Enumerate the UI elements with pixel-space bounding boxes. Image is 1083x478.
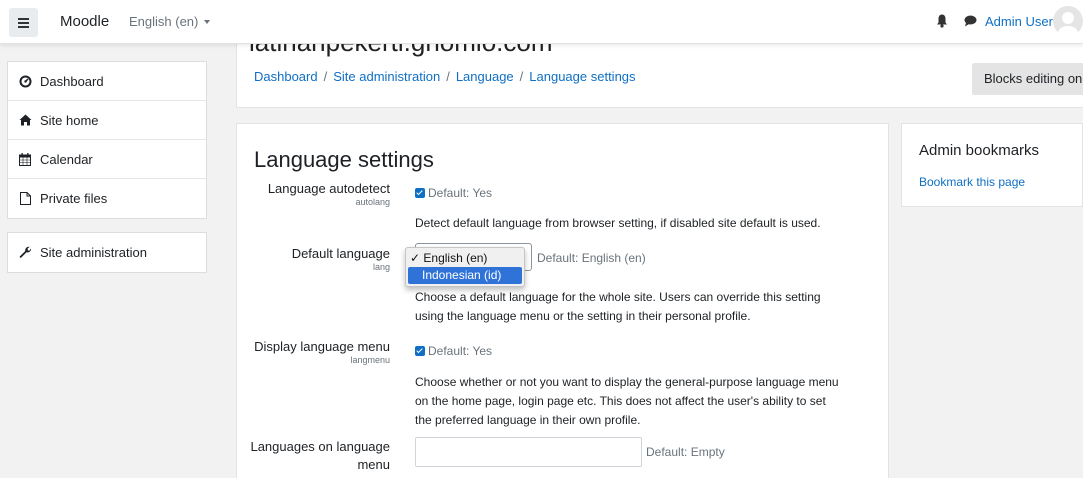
setting-autolang-control: Default: Yes xyxy=(415,185,492,200)
sidebar-item-private-files[interactable]: Private files xyxy=(8,179,206,218)
bell-icon[interactable] xyxy=(936,14,948,28)
sidebar-item-label: Site home xyxy=(40,112,99,128)
setting-label-langlist: Languages on languagemenulanglist xyxy=(237,438,390,478)
default-language-dropdown: ✓ English (en) Indonesian (id) xyxy=(405,247,525,287)
user-menu-name[interactable]: Admin User xyxy=(985,14,1053,29)
home-icon xyxy=(18,113,32,127)
menu-toggle-button[interactable] xyxy=(9,8,38,37)
default-value: Default: Yes xyxy=(428,186,493,200)
messages-icon[interactable] xyxy=(964,15,977,27)
setting-shortname: langmenu xyxy=(350,355,390,365)
language-selector-label: English (en) xyxy=(129,14,199,29)
breadcrumb: Dashboard / Site administration / Language / L… xyxy=(254,69,636,84)
setting-title: Default language xyxy=(291,246,390,261)
description-line: Choose whether or not you want to displa… xyxy=(415,375,839,389)
breadcrumb-separator: / xyxy=(519,69,524,84)
admin-bookmarks-block: Admin bookmarks Bookmark this page xyxy=(901,123,1083,207)
blocks-editing-button[interactable]: Blocks editing on xyxy=(972,63,1083,95)
page-title: Language settings xyxy=(254,147,434,172)
breadcrumb-site-administration[interactable]: Site administration xyxy=(333,69,440,84)
description-line: on the home page, login page etc. This d… xyxy=(415,394,826,408)
default-value: Default: Empty xyxy=(646,445,725,459)
sidebar-item-dashboard[interactable]: Dashboard xyxy=(8,62,206,101)
breadcrumb-language[interactable]: Language xyxy=(456,69,514,84)
breadcrumb-language-settings[interactable]: Language settings xyxy=(529,69,635,84)
setting-shortname: lang xyxy=(372,262,390,272)
setting-label-autolang: Language autodetect autolang xyxy=(237,181,390,211)
main-region: Language settings Language autodetect aut… xyxy=(236,123,889,478)
sidebar-item-site-administration[interactable]: Site administration xyxy=(8,233,206,272)
nav-drawer-admin: Site administration xyxy=(7,232,207,273)
breadcrumb-separator: / xyxy=(446,69,450,84)
sidebar-item-site-home[interactable]: Site home xyxy=(8,101,206,140)
default-value: Default: Yes xyxy=(428,344,493,358)
nav-drawer-main: Dashboard Site home Calendar Private fil… xyxy=(7,61,207,219)
dashboard-icon xyxy=(18,74,32,88)
description-line: Choose a default language for the whole … xyxy=(415,290,821,304)
setting-description: Choose a default language for the whole … xyxy=(415,288,821,326)
option-label: Indonesian (id) xyxy=(422,268,502,282)
setting-description: Detect default language from browser set… xyxy=(415,216,821,230)
avatar[interactable] xyxy=(1053,6,1083,36)
nav-drawer: Dashboard Site home Calendar Private fil… xyxy=(7,61,207,273)
block-title: Admin bookmarks xyxy=(919,142,1040,159)
sidebar-item-label: Site administration xyxy=(40,245,147,260)
description-line: using the language menu or the setting i… xyxy=(415,309,751,323)
setting-title: Language autodetect xyxy=(267,181,390,196)
checkbox-autolang[interactable] xyxy=(415,188,425,198)
sidebar-item-calendar[interactable]: Calendar xyxy=(8,140,206,179)
setting-label-langmenu: Display language menu langmenu xyxy=(237,339,390,369)
option-english[interactable]: ✓ English (en) xyxy=(406,250,524,267)
breadcrumb-separator: / xyxy=(323,69,328,84)
description-line: the preferred language in their own prof… xyxy=(415,413,641,427)
chevron-down-icon xyxy=(204,20,211,24)
language-selector[interactable]: English (en) xyxy=(129,14,211,29)
setting-title: Languages on language xyxy=(250,439,390,454)
bookmark-link[interactable]: Bookmark this page xyxy=(919,175,1025,189)
setting-label-lang: Default language lang xyxy=(237,246,390,276)
checkbox-langmenu[interactable] xyxy=(415,346,425,356)
setting-title: Display language menu xyxy=(254,339,390,354)
calendar-icon xyxy=(18,152,32,166)
wrench-icon xyxy=(18,246,32,260)
setting-description: Choose whether or not you want to displa… xyxy=(415,373,885,430)
sidebar-item-label: Calendar xyxy=(40,151,93,167)
sidebar-item-label: Private files xyxy=(40,191,108,206)
breadcrumb-dashboard[interactable]: Dashboard xyxy=(254,69,318,84)
setting-shortname: autolang xyxy=(355,197,390,207)
sidebar-item-label: Dashboard xyxy=(40,73,104,89)
top-navbar: Moodle English (en) Admin User xyxy=(0,0,1083,44)
langlist-input[interactable] xyxy=(415,437,642,467)
file-icon xyxy=(18,192,32,206)
option-indonesian[interactable]: Indonesian (id) xyxy=(408,267,522,284)
setting-langmenu-control: Default: Yes xyxy=(415,343,492,358)
default-value: Default: English (en) xyxy=(537,251,646,265)
setting-title-cont: menu xyxy=(357,457,390,472)
option-label: English (en) xyxy=(423,251,488,265)
site-brand[interactable]: Moodle xyxy=(60,13,109,30)
